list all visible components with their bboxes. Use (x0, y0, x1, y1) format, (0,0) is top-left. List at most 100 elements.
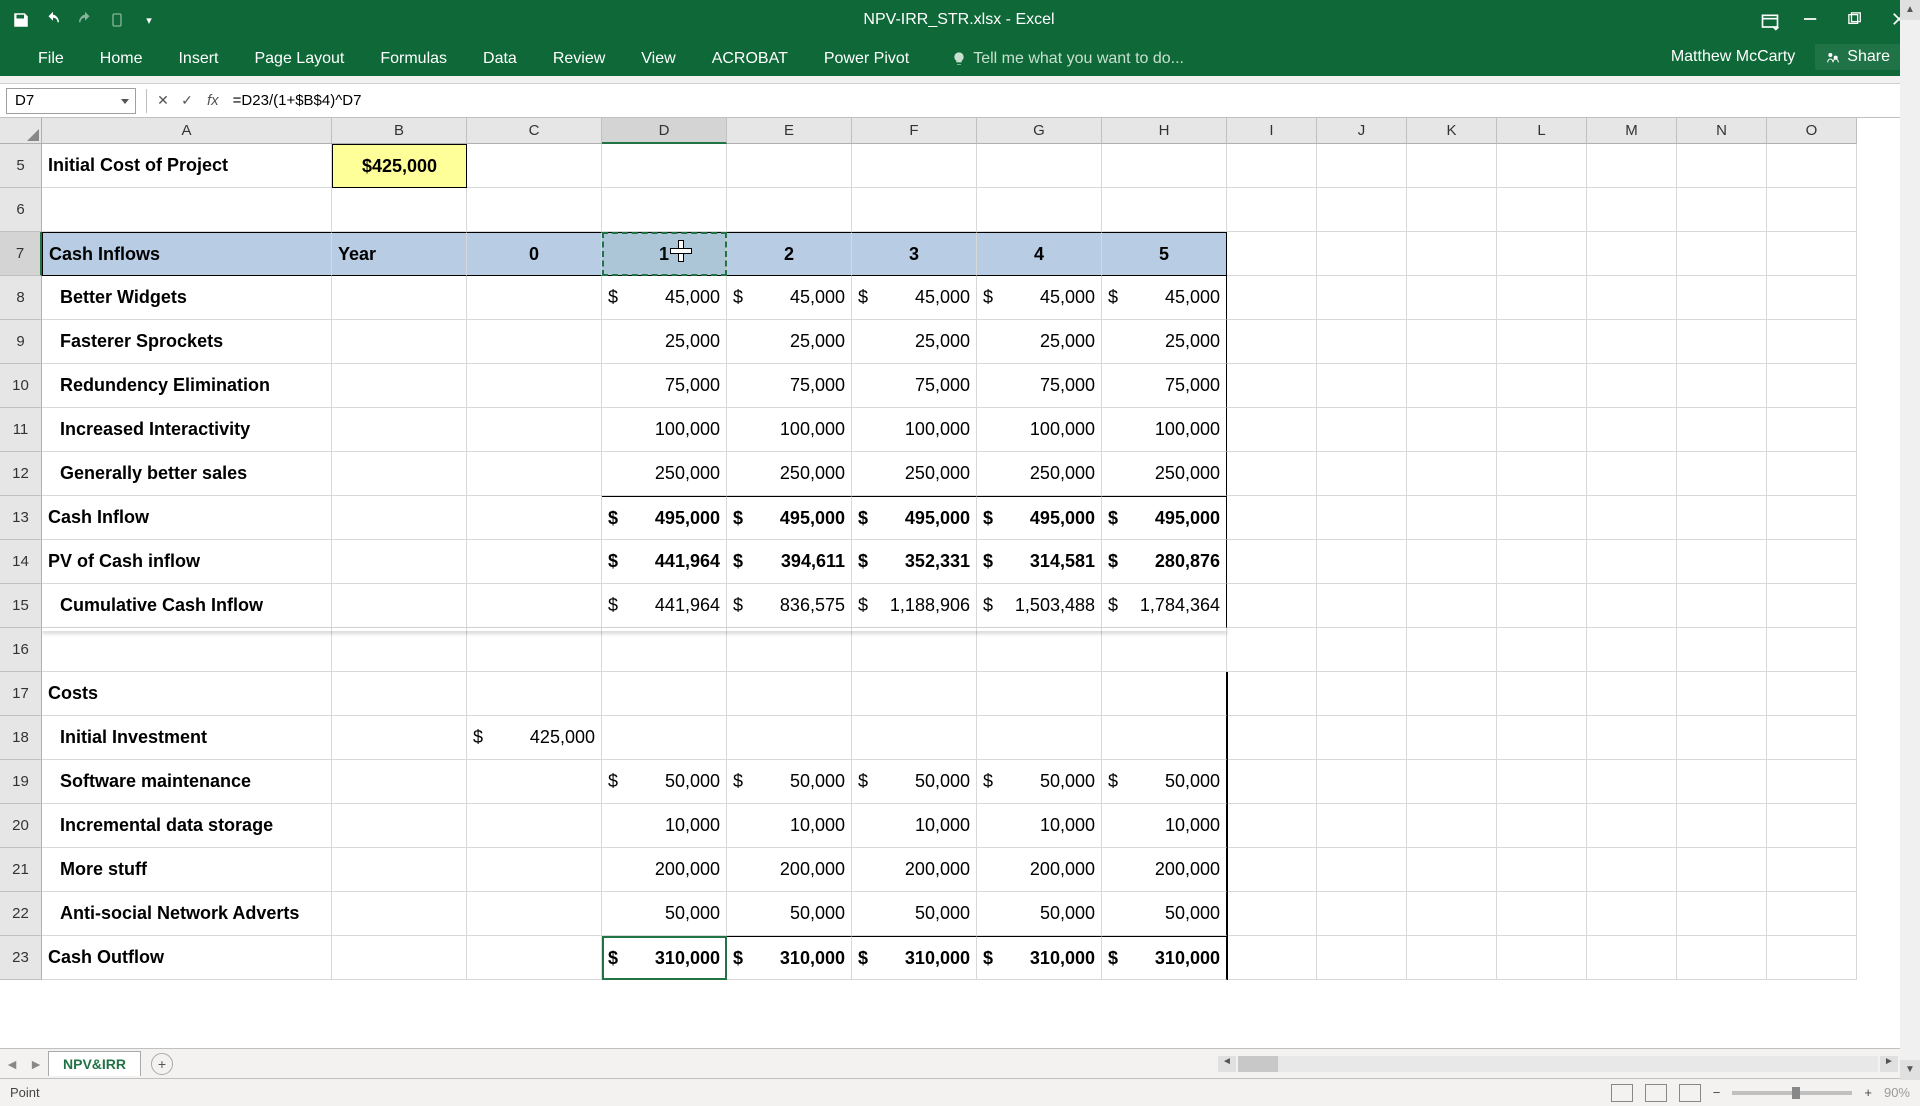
cell[interactable] (1407, 760, 1497, 804)
cell[interactable] (1587, 584, 1677, 628)
cell[interactable] (727, 188, 852, 232)
cell[interactable] (1227, 760, 1317, 804)
fx-icon[interactable]: fx (207, 92, 219, 109)
cell[interactable]: $310,000 (727, 936, 852, 980)
row-header[interactable]: 20 (0, 804, 42, 848)
cell[interactable]: 25,000 (852, 320, 977, 364)
cell[interactable]: 50,000 (602, 892, 727, 936)
cell[interactable] (727, 628, 852, 672)
cell[interactable] (852, 716, 977, 760)
column-header[interactable]: L (1497, 118, 1587, 144)
cell[interactable] (1407, 452, 1497, 496)
cell[interactable] (1317, 672, 1407, 716)
scroll-left-icon[interactable]: ◄ (1218, 1056, 1236, 1072)
cell[interactable] (1497, 232, 1587, 276)
column-header[interactable]: I (1227, 118, 1317, 144)
column-header[interactable]: E (727, 118, 852, 144)
cell[interactable] (1767, 936, 1857, 980)
cell[interactable] (1677, 628, 1767, 672)
zoom-level[interactable]: 90% (1884, 1085, 1910, 1100)
cell[interactable] (1227, 496, 1317, 540)
column-header[interactable]: N (1677, 118, 1767, 144)
cell[interactable] (1677, 540, 1767, 584)
cell[interactable] (1497, 452, 1587, 496)
column-header[interactable]: J (1317, 118, 1407, 144)
cell[interactable] (467, 188, 602, 232)
cell[interactable] (1227, 408, 1317, 452)
cell[interactable] (1407, 408, 1497, 452)
cell[interactable]: Incremental data storage (42, 804, 332, 848)
cell[interactable] (1227, 848, 1317, 892)
share-button[interactable]: Share (1815, 44, 1900, 70)
cell[interactable] (1407, 144, 1497, 188)
cell[interactable] (602, 716, 727, 760)
cell[interactable]: Initial Investment (42, 716, 332, 760)
normal-view-icon[interactable] (1611, 1084, 1633, 1102)
cell[interactable]: 0 (467, 232, 602, 276)
cell[interactable]: Software maintenance (42, 760, 332, 804)
cell[interactable] (1587, 848, 1677, 892)
cell[interactable]: 5 (1102, 232, 1227, 276)
cell[interactable] (727, 672, 852, 716)
cell[interactable] (852, 144, 977, 188)
cell[interactable] (1407, 892, 1497, 936)
cell[interactable] (602, 672, 727, 716)
cell[interactable] (1767, 364, 1857, 408)
cell[interactable] (1227, 232, 1317, 276)
cell[interactable] (1767, 804, 1857, 848)
cell[interactable] (1497, 540, 1587, 584)
cell[interactable]: 75,000 (977, 364, 1102, 408)
cell[interactable] (467, 276, 602, 320)
column-header[interactable]: A (42, 118, 332, 144)
cell[interactable]: $495,000 (1102, 496, 1227, 540)
cell[interactable]: $310,000 (602, 936, 727, 980)
cell[interactable] (332, 760, 467, 804)
cell[interactable]: 75,000 (1102, 364, 1227, 408)
cell[interactable] (1677, 584, 1767, 628)
cell[interactable] (977, 628, 1102, 672)
cell[interactable]: 50,000 (1102, 892, 1227, 936)
name-box[interactable]: D7 (6, 88, 136, 114)
cell[interactable] (1677, 232, 1767, 276)
cell[interactable]: 200,000 (977, 848, 1102, 892)
zoom-slider[interactable] (1732, 1091, 1852, 1095)
sheet-tab[interactable]: NPV&IRR (48, 1051, 141, 1076)
cell[interactable] (1677, 716, 1767, 760)
cell[interactable] (1407, 188, 1497, 232)
cell[interactable] (1497, 804, 1587, 848)
cell[interactable]: 25,000 (602, 320, 727, 364)
cell[interactable] (1767, 452, 1857, 496)
column-header[interactable]: M (1587, 118, 1677, 144)
cell[interactable] (1587, 232, 1677, 276)
cell[interactable] (332, 584, 467, 628)
cell[interactable] (1407, 584, 1497, 628)
cell[interactable]: 2 (727, 232, 852, 276)
cell[interactable] (1227, 320, 1317, 364)
cell[interactable]: 75,000 (602, 364, 727, 408)
cell[interactable]: 100,000 (727, 408, 852, 452)
cell[interactable]: 250,000 (602, 452, 727, 496)
cell[interactable] (42, 628, 332, 672)
cell[interactable] (1227, 540, 1317, 584)
cell[interactable] (332, 628, 467, 672)
cell[interactable]: 1 (602, 232, 727, 276)
cell[interactable]: 250,000 (977, 452, 1102, 496)
cell[interactable]: 4 (977, 232, 1102, 276)
cell[interactable] (1102, 628, 1227, 672)
cell[interactable]: $310,000 (852, 936, 977, 980)
cell[interactable] (602, 188, 727, 232)
cell[interactable] (1767, 408, 1857, 452)
cell[interactable]: Costs (42, 672, 332, 716)
cell[interactable] (467, 848, 602, 892)
cell[interactable] (1317, 320, 1407, 364)
cell[interactable]: 3 (852, 232, 977, 276)
row-header[interactable]: 11 (0, 408, 42, 452)
column-header[interactable]: C (467, 118, 602, 144)
cell[interactable]: Cumulative Cash Inflow (42, 584, 332, 628)
cell[interactable]: $425,000 (332, 144, 467, 188)
cell[interactable] (1102, 188, 1227, 232)
cell[interactable]: Generally better sales (42, 452, 332, 496)
row-header[interactable]: 14 (0, 540, 42, 584)
cell[interactable]: 100,000 (852, 408, 977, 452)
cell[interactable] (1407, 232, 1497, 276)
